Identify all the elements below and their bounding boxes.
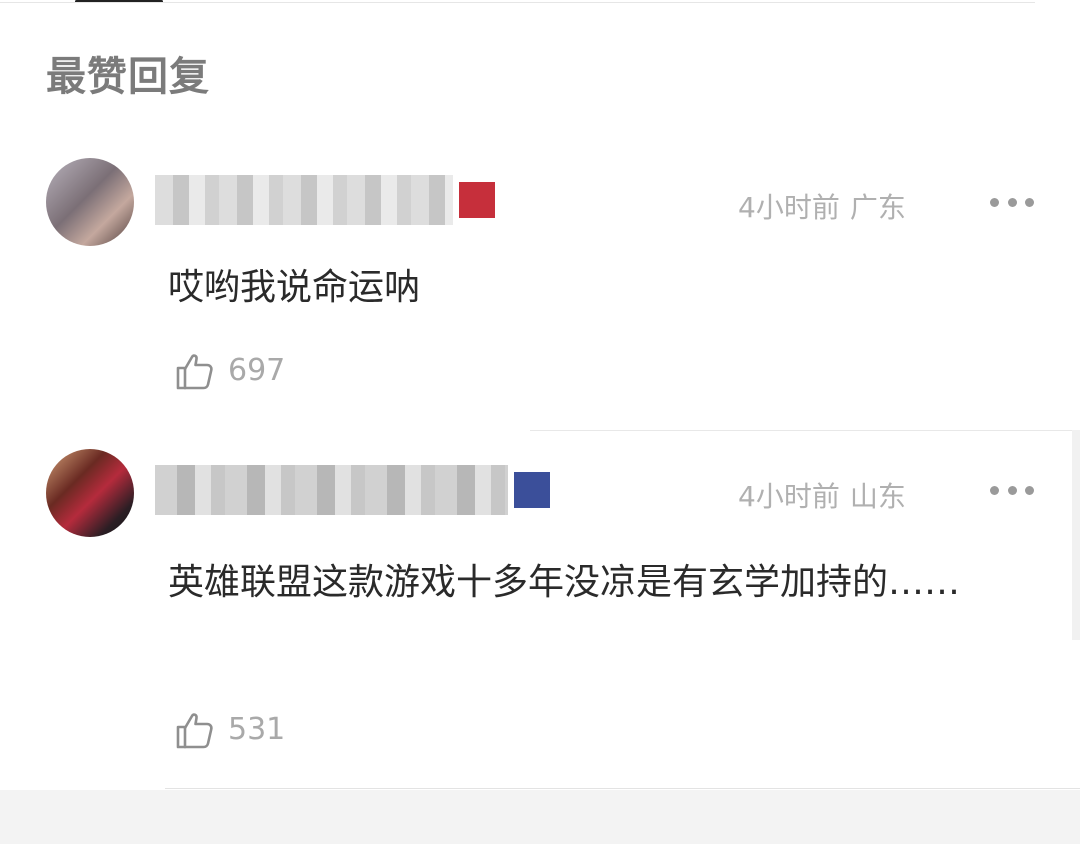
- user-badge: [514, 472, 550, 508]
- more-dots-icon: [1007, 197, 1017, 207]
- like-button[interactable]: 531: [172, 707, 285, 751]
- section-title: 最赞回复: [46, 54, 210, 100]
- mosaic-block: [155, 465, 508, 515]
- more-dots-icon: [990, 197, 999, 207]
- timestamp: 4小时前: [738, 191, 840, 224]
- more-dots-icon: [1025, 485, 1034, 495]
- comment-divider: [530, 430, 1080, 431]
- ip-region: 山东: [849, 480, 906, 513]
- comment-text: 英雄联盟这款游戏十多年没凉是有玄学加持的……: [168, 562, 961, 603]
- comment-text: 哎哟我说命运呐: [168, 267, 421, 308]
- avatar[interactable]: [46, 449, 134, 537]
- more-dots-icon: [1025, 197, 1034, 207]
- like-button[interactable]: 697: [172, 348, 285, 392]
- avatar[interactable]: [46, 158, 134, 246]
- scrollbar[interactable]: [1072, 430, 1080, 640]
- more-button[interactable]: [990, 192, 1034, 212]
- user-badge: [459, 182, 495, 218]
- more-dots-icon: [1007, 485, 1017, 495]
- divider-line: [0, 2, 1035, 3]
- comment-meta: 4小时前 广东: [738, 186, 906, 226]
- ip-region: 广东: [849, 191, 906, 224]
- more-button[interactable]: [990, 480, 1034, 500]
- top-divider: [0, 0, 1080, 4]
- timestamp: 4小时前: [738, 480, 840, 513]
- username-blurred[interactable]: [155, 175, 495, 225]
- like-count: 697: [228, 352, 286, 388]
- thumbs-up-icon: [176, 713, 213, 749]
- username-blurred[interactable]: [155, 465, 550, 515]
- comment-meta: 4小时前 山东: [738, 475, 906, 515]
- bottom-divider: [165, 788, 1080, 789]
- like-count: 531: [228, 711, 286, 747]
- bottom-bar: [0, 790, 1080, 844]
- mosaic-block: [155, 175, 453, 225]
- more-dots-icon: [990, 485, 999, 495]
- thumbs-up-icon: [176, 354, 213, 390]
